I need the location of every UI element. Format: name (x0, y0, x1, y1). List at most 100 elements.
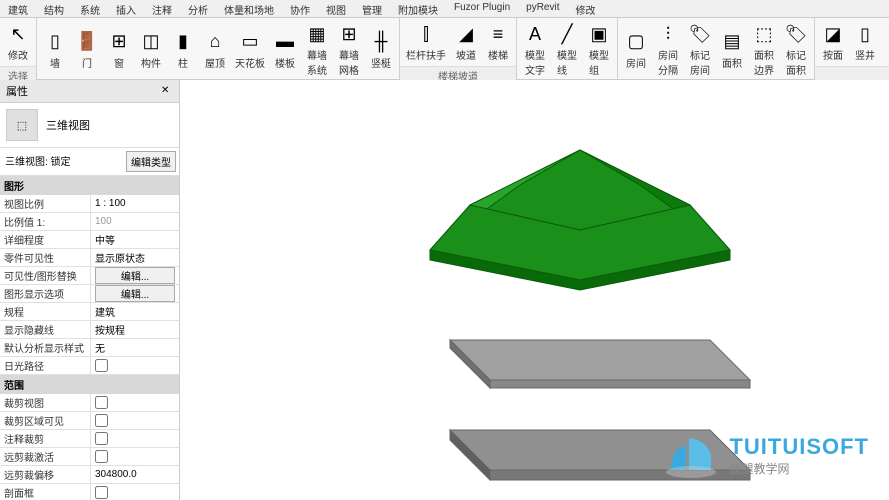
railing-button[interactable]: ⫿栏杆扶手 (402, 20, 450, 64)
analysis-value[interactable]: 无 (90, 339, 179, 356)
ribbon: ↖ 修改 选择 ▯墙 🚪门 ⊞窗 ◫构件 ▮柱 ⌂屋顶 ▭天花板 ▬楼板 ▦幕墙… (0, 18, 889, 80)
sun-path-checkbox[interactable] (95, 359, 108, 372)
curtain-icon: ▦ (305, 22, 329, 46)
text-icon: A (523, 22, 547, 46)
mullion-icon: ╫ (369, 30, 393, 54)
watermark-title: TUITUISOFT (729, 434, 869, 460)
ramp-button[interactable]: ◢坡道 (450, 20, 482, 64)
model-group-button[interactable]: ▣模型 组 (583, 20, 615, 79)
section-box-checkbox[interactable] (95, 486, 108, 499)
view-scale-value[interactable] (90, 195, 179, 212)
type-selector[interactable]: 三维视图: 锁定 (3, 151, 126, 172)
column-button[interactable]: ▮柱 (167, 28, 199, 72)
far-clip-checkbox[interactable] (95, 450, 108, 463)
tab[interactable]: 管理 (354, 0, 390, 17)
tab[interactable]: 附加模块 (390, 0, 446, 17)
stair-button[interactable]: ≡楼梯 (482, 20, 514, 64)
tab[interactable]: 结构 (36, 0, 72, 17)
tab[interactable]: 体量和场地 (216, 0, 282, 17)
room-button[interactable]: ▢房间 (620, 28, 652, 72)
crop-view-checkbox[interactable] (95, 396, 108, 409)
view-3d-icon: ⬚ (6, 109, 38, 141)
tab[interactable]: 分析 (180, 0, 216, 17)
viewport-3d[interactable]: TUITUISOFT 腿腿教学网 (180, 80, 889, 500)
window-button[interactable]: ⊞窗 (103, 28, 135, 72)
door-button[interactable]: 🚪门 (71, 28, 103, 72)
line-icon: ╱ (555, 22, 579, 46)
tab[interactable]: 修改 (568, 0, 604, 17)
discipline-value[interactable]: 建筑 (90, 303, 179, 320)
scale-value: 100 (90, 213, 179, 230)
shaft-button[interactable]: ▯竖井 (849, 20, 881, 64)
roof-button[interactable]: ⌂屋顶 (199, 28, 231, 72)
sep-icon: ⫶ (656, 22, 680, 46)
room-icon: ▢ (624, 30, 648, 54)
display-options-button[interactable]: 编辑... (95, 285, 175, 302)
component-icon: ◫ (139, 30, 163, 54)
tab[interactable]: 注释 (144, 0, 180, 17)
mullion-button[interactable]: ╫竖梃 (365, 28, 397, 72)
area-icon: ▤ (720, 30, 744, 54)
curtain-system-button[interactable]: ▦幕墙 系统 (301, 20, 333, 79)
tab[interactable]: pyRevit (518, 0, 567, 17)
type-header: ⬚ 三维视图 (0, 103, 179, 148)
model-line-button[interactable]: ╱模型 线 (551, 20, 583, 79)
tag-icon: 🏷 (688, 22, 712, 46)
ribbon-tabs: 建筑 结构 系统 插入 注释 分析 体量和场地 协作 视图 管理 附加模块 Fu… (0, 0, 889, 18)
component-button[interactable]: ◫构件 (135, 28, 167, 72)
cursor-icon: ↖ (6, 22, 30, 46)
window-icon: ⊞ (107, 30, 131, 54)
panel-title-bar: 属性 ✕ (0, 80, 179, 103)
tab[interactable]: 建筑 (0, 0, 36, 17)
door-icon: 🚪 (75, 30, 99, 54)
roof-icon: ⌂ (203, 30, 227, 54)
ramp-icon: ◢ (454, 22, 478, 46)
wall-icon: ▯ (43, 30, 67, 54)
area-tag-icon: 🏷 (784, 22, 808, 46)
parts-visibility[interactable]: 显示原状态 (90, 249, 179, 266)
area-boundary-button[interactable]: ⬚面积 边界 (748, 20, 780, 79)
area-button[interactable]: ▤面积 (716, 28, 748, 72)
grid-icon: ⊞ (337, 22, 361, 46)
ceiling-button[interactable]: ▭天花板 (231, 28, 269, 72)
anno-crop-checkbox[interactable] (95, 432, 108, 445)
tab[interactable]: 协作 (282, 0, 318, 17)
tag-room-button[interactable]: 🏷标记 房间 (684, 20, 716, 79)
face-icon: ◪ (821, 22, 845, 46)
tab[interactable]: 视图 (318, 0, 354, 17)
tab[interactable]: Fuzor Plugin (446, 0, 518, 17)
model-text-button[interactable]: A模型 文字 (519, 20, 551, 79)
by-face-button[interactable]: ◪按面 (817, 20, 849, 64)
tag-area-button[interactable]: 🏷标记 面积 (780, 20, 812, 79)
shaft-icon: ▯ (853, 22, 877, 46)
modify-button[interactable]: ↖ 修改 (2, 20, 34, 64)
show-hidden-value[interactable]: 按规程 (90, 321, 179, 338)
wall-opening-button[interactable]: ◻墙 (881, 20, 889, 64)
floor-button[interactable]: ▬楼板 (269, 28, 301, 72)
section-graphics: 图形 (0, 176, 179, 195)
area-bd-icon: ⬚ (752, 22, 776, 46)
watermark-subtitle: 腿腿教学网 (729, 460, 869, 477)
group-icon: ▣ (587, 22, 611, 46)
far-offset-value[interactable]: 304800.0 (90, 466, 179, 483)
properties-panel: 属性 ✕ ⬚ 三维视图 三维视图: 锁定 编辑类型 图形 视图比例 比例值 1:… (0, 80, 180, 500)
close-icon[interactable]: ✕ (161, 85, 173, 97)
edit-type-button[interactable]: 编辑类型 (126, 151, 176, 172)
logo-icon (661, 430, 721, 480)
column-icon: ▮ (171, 30, 195, 54)
railing-icon: ⫿ (414, 22, 438, 46)
tab[interactable]: 插入 (108, 0, 144, 17)
view-type-label: 三维视图 (46, 117, 90, 133)
floor-icon: ▬ (273, 30, 297, 54)
tab[interactable]: 系统 (72, 0, 108, 17)
ceiling-icon: ▭ (238, 30, 262, 54)
stair-icon: ≡ (486, 22, 510, 46)
wall-open-icon: ◻ (885, 22, 889, 46)
crop-visible-checkbox[interactable] (95, 414, 108, 427)
visibility-edit-button[interactable]: 编辑... (95, 267, 175, 284)
watermark: TUITUISOFT 腿腿教学网 (661, 430, 869, 480)
detail-level[interactable]: 中等 (90, 231, 179, 248)
room-sep-button[interactable]: ⫶房间 分隔 (652, 20, 684, 79)
wall-button[interactable]: ▯墙 (39, 28, 71, 72)
curtain-grid-button[interactable]: ⊞幕墙 网格 (333, 20, 365, 79)
